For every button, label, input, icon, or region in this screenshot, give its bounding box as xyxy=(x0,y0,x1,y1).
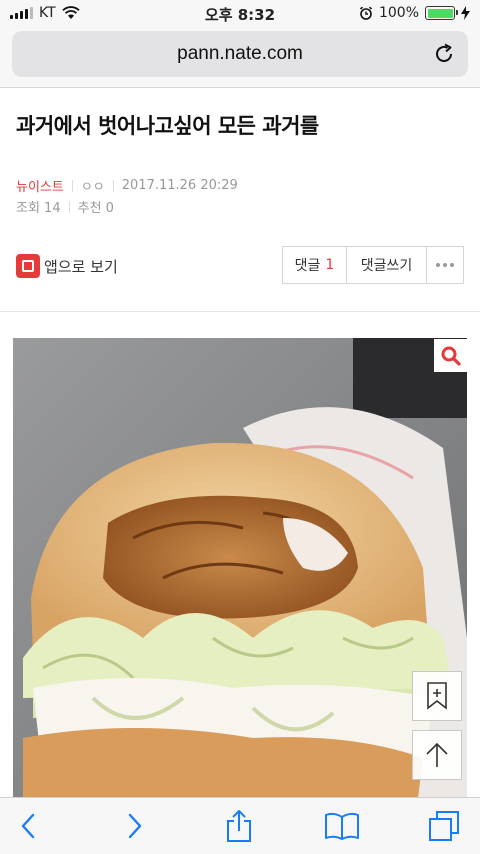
bookmarks-icon xyxy=(325,812,359,840)
bookmark-button[interactable] xyxy=(412,671,462,721)
meta-divider xyxy=(68,200,70,213)
category-link[interactable]: 뉴이스트 xyxy=(16,176,64,195)
browser-chrome: pann.nate.com xyxy=(0,28,480,88)
app-icon xyxy=(16,254,40,278)
write-comment-button[interactable]: 댓글쓰기 xyxy=(347,247,427,283)
status-bar: KT 오후 8:32 100% xyxy=(0,0,480,28)
more-icon xyxy=(436,263,454,267)
meta-divider xyxy=(112,179,114,192)
comments-count: 1 xyxy=(325,257,335,273)
meta-divider xyxy=(71,179,73,192)
comment-actions: 댓글 1 댓글쓰기 xyxy=(282,246,464,284)
post-date: 2017.11.26 20:29 xyxy=(121,178,238,193)
browser-toolbar xyxy=(0,797,480,854)
tabs-button[interactable] xyxy=(424,808,464,844)
back-icon xyxy=(21,813,35,839)
arrow-up-icon xyxy=(426,742,448,767)
app-view-label: 앱으로 보기 xyxy=(44,257,118,276)
article-stats: 조회 14 추천 0 xyxy=(16,197,114,216)
section-divider xyxy=(0,311,480,312)
author-name[interactable]: ㅇㅇ xyxy=(81,176,105,195)
bookmark-add-icon xyxy=(427,682,447,710)
comments-label: 댓글 xyxy=(294,258,321,274)
bookmarks-button[interactable] xyxy=(322,808,362,844)
tabs-icon xyxy=(429,811,459,841)
share-button[interactable] xyxy=(219,808,259,844)
forward-icon xyxy=(128,813,142,839)
status-right: 100% xyxy=(359,5,470,21)
article-meta: 뉴이스트 ㅇㅇ 2017.11.26 20:29 xyxy=(16,176,238,195)
like-count: 추천 0 xyxy=(77,201,114,216)
back-button[interactable] xyxy=(8,808,48,844)
article-image[interactable] xyxy=(13,338,467,798)
article-title: 과거에서 벗어나고싶어 모든 과거를 xyxy=(16,114,319,138)
url-text[interactable]: pann.nate.com xyxy=(12,43,468,65)
alarm-icon xyxy=(359,6,373,20)
charging-icon xyxy=(461,6,470,20)
more-button[interactable] xyxy=(427,247,463,283)
search-icon xyxy=(441,346,461,366)
forward-button[interactable] xyxy=(115,808,155,844)
burger-photo xyxy=(13,338,467,798)
write-comment-label: 댓글쓰기 xyxy=(360,258,413,274)
battery-percent: 100% xyxy=(378,5,419,21)
zoom-button[interactable] xyxy=(434,339,467,372)
comments-button[interactable]: 댓글 1 xyxy=(283,247,347,283)
scroll-top-button[interactable] xyxy=(412,730,462,780)
view-count: 조회 14 xyxy=(16,201,61,216)
address-bar[interactable]: pann.nate.com xyxy=(12,31,468,77)
app-view-button[interactable]: 앱으로 보기 xyxy=(16,254,118,278)
reload-icon[interactable] xyxy=(432,42,456,66)
share-icon xyxy=(227,810,251,842)
battery-icon xyxy=(425,6,458,20)
